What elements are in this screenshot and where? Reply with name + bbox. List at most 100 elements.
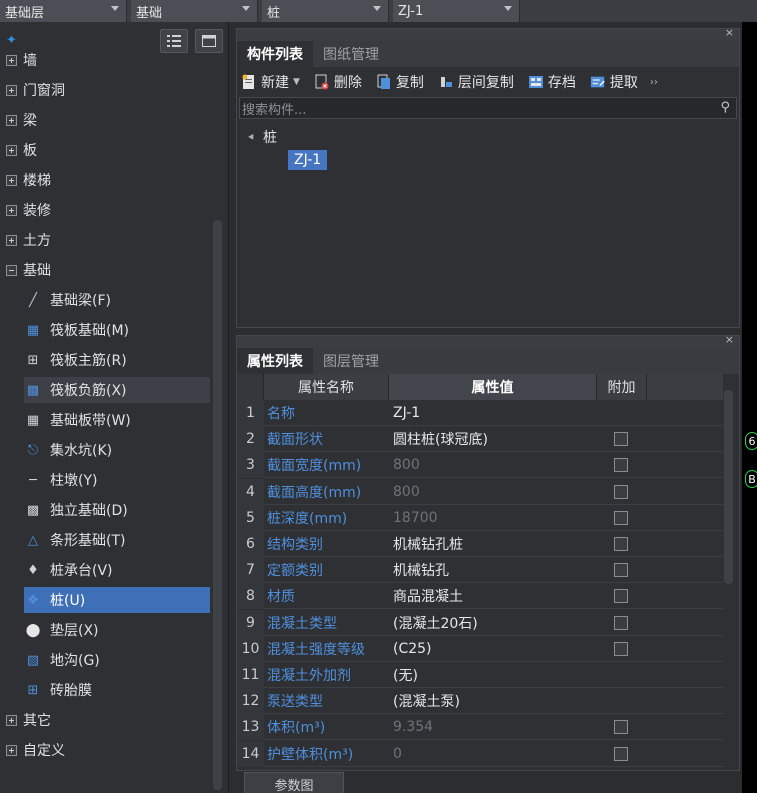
property-value[interactable]: 圆柱桩(球冠底) [393,426,593,452]
drawing-canvas-edge[interactable] [742,22,757,793]
property-value[interactable]: 800 [393,479,593,505]
tab-layer-management[interactable]: 图层管理 [313,348,389,374]
chevron-down-icon[interactable]: ▼ [293,77,300,87]
property-value[interactable]: 0 [393,741,593,767]
property-value[interactable]: 商品混凝土 [393,583,593,609]
property-row[interactable]: 12 泵送类型 (混凝土泵) [237,688,723,715]
floor-copy-button[interactable]: 层间复制 [438,72,514,92]
tab-component-list[interactable]: 构件列表 [237,41,313,67]
tree-group-item[interactable]: 装修 [0,195,212,225]
property-row[interactable]: 2 截面形状 圆柱桩(球冠底) [237,426,723,453]
tree-child-item[interactable]: ❖ 桩(U) [24,587,210,613]
parameter-diagram-button[interactable]: 参数图 [244,772,344,793]
expand-plus-icon[interactable] [6,114,17,126]
extra-checkbox[interactable] [614,484,628,499]
copy-button[interactable]: 复制 [376,72,424,92]
property-value[interactable]: 机械钻孔桩 [393,531,593,557]
property-value[interactable]: 800 [393,452,593,478]
extra-checkbox[interactable] [614,746,628,761]
toolbar-overflow-icon[interactable]: ›› [650,77,658,88]
property-row[interactable]: 13 体积(m³) 9.354 [237,714,723,741]
collapse-triangle-icon[interactable] [248,133,256,141]
close-icon[interactable]: × [725,333,734,346]
close-icon[interactable]: × [725,26,734,39]
property-row[interactable]: 7 定额类别 机械钻孔 [237,557,723,584]
property-value[interactable]: (混凝土20石) [393,610,593,636]
property-row[interactable]: 11 混凝土外加剂 (无) [237,662,723,688]
expand-plus-icon[interactable] [6,744,17,756]
tree-group-item[interactable]: 门窗洞 [0,75,212,105]
tree-child-item[interactable]: ▩ 筏板负筋(X) [24,377,210,403]
tab-property-list[interactable]: 属性列表 [237,348,313,374]
tree-group-item[interactable]: 墙 [0,45,212,75]
tree-group-item[interactable]: 土方 [0,225,212,255]
component-select[interactable]: ZJ-1 [393,0,520,22]
tree-leaf-zj1[interactable]: ZJ-1 [288,150,328,170]
new-button[interactable]: 新建 ▼ [241,72,300,92]
extra-checkbox[interactable] [614,510,628,525]
extra-checkbox[interactable] [614,432,628,447]
expand-plus-icon[interactable] [6,54,17,66]
property-scrollbar[interactable] [724,390,733,584]
expand-plus-icon[interactable] [6,144,17,156]
tree-scrollbar[interactable] [213,220,222,790]
property-row[interactable]: 4 截面高度(mm) 800 [237,478,723,505]
expand-plus-icon[interactable] [6,204,17,216]
search-field[interactable]: 搜索构件... ⚲ [239,97,737,119]
property-row[interactable]: 10 混凝土强度等级 (C25) [237,635,723,662]
property-row[interactable]: 5 桩深度(mm) 18700 [237,504,723,531]
property-value[interactable]: (C25) [393,636,593,662]
tree-group-item[interactable]: 梁 [0,105,212,135]
extra-checkbox[interactable] [614,615,628,630]
extra-checkbox[interactable] [614,641,628,656]
extra-checkbox[interactable] [614,537,628,551]
header-property-name[interactable]: 属性名称 [264,374,389,400]
tree-group-foundation[interactable]: 基础 [0,255,212,285]
tree-child-item[interactable]: ⊞ 筏板主筋(R) [24,347,210,373]
expand-plus-icon[interactable] [6,234,17,246]
delete-button[interactable]: 删除 [314,72,362,92]
extra-checkbox[interactable] [614,720,628,735]
type-select[interactable]: 桩 [262,0,389,22]
property-row[interactable]: 9 混凝土类型 (混凝土20石) [237,609,723,636]
property-value[interactable]: 18700 [393,505,593,531]
tree-child-item[interactable]: ⎋ 集水坑(K) [24,437,210,463]
header-property-value[interactable]: 属性值 [389,374,597,400]
expand-plus-icon[interactable] [6,84,17,96]
extra-checkbox[interactable] [614,458,628,473]
tree-child-item[interactable]: △ 条形基础(T) [24,527,210,553]
tree-child-item[interactable]: ⬤ 垫层(X) [24,617,210,643]
tree-child-item[interactable]: ▦ 筏板基础(M) [24,317,210,343]
property-value[interactable]: 机械钻孔 [393,557,593,583]
extra-checkbox[interactable] [614,589,628,604]
tree-child-item[interactable]: ─ 柱墩(Y) [24,467,210,493]
property-value[interactable]: (混凝土泵) [393,688,593,714]
tree-group-item[interactable]: 板 [0,135,212,165]
property-value[interactable]: ZJ-1 [393,400,593,426]
tree-child-item[interactable]: ╱ 基础梁(F) [24,287,210,313]
category-select[interactable]: 基础 [131,0,258,22]
property-row[interactable]: 14 护壁体积(m³) 0 [237,740,723,767]
property-row[interactable]: 8 材质 商品混凝土 [237,583,723,610]
property-row[interactable]: 1 名称 ZJ-1 [237,400,723,426]
extra-checkbox[interactable] [614,563,628,578]
tree-group-item[interactable]: 楼梯 [0,165,212,195]
header-extra[interactable]: 附加 [597,374,647,400]
search-icon[interactable]: ⚲ [720,100,730,115]
tab-drawing-management[interactable]: 图纸管理 [313,41,389,67]
archive-button[interactable]: 存档 [528,72,576,92]
collapse-minus-icon[interactable] [6,264,17,276]
tree-child-item[interactable]: ▦ 基础板带(W) [24,407,210,433]
expand-plus-icon[interactable] [6,174,17,186]
property-row[interactable]: 3 截面宽度(mm) 800 [237,452,723,479]
floor-select[interactable]: 基础层 [0,0,127,22]
extract-button[interactable]: 提取 [590,72,638,92]
tree-node-pile[interactable]: 桩 [248,127,277,147]
property-value[interactable]: 9.354 [393,714,593,740]
tree-group-item[interactable]: 其它 [0,705,212,735]
property-row[interactable]: 6 结构类别 机械钻孔桩 [237,531,723,557]
tree-group-item[interactable]: 自定义 [0,735,212,765]
property-value[interactable]: (无) [393,662,593,688]
tree-child-item[interactable]: ▧ 地沟(G) [24,647,210,673]
expand-plus-icon[interactable] [6,714,17,726]
